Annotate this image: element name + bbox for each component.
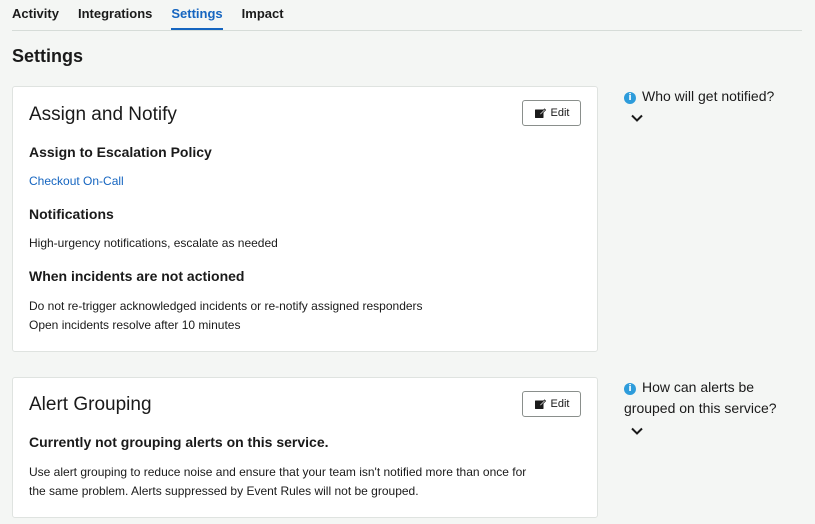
- grouping-description-line-2: the same problem. Alerts suppressed by E…: [29, 484, 419, 498]
- tab-bar: Activity Integrations Settings Impact: [12, 0, 802, 31]
- help-who-notified[interactable]: i Who will get notified?: [624, 86, 804, 107]
- tab-settings[interactable]: Settings: [171, 6, 223, 30]
- tab-activity[interactable]: Activity: [12, 6, 59, 30]
- help-how-grouped-label: How can alerts be grouped on this servic…: [624, 379, 777, 416]
- not-actioned-heading: When incidents are not actioned: [29, 268, 245, 284]
- alert-grouping-edit-button[interactable]: Edit: [522, 391, 581, 417]
- info-icon: i: [624, 92, 636, 104]
- tab-integrations[interactable]: Integrations: [78, 6, 152, 30]
- assign-notify-title: Assign and Notify: [29, 104, 177, 125]
- escalation-policy-heading: Assign to Escalation Policy: [29, 144, 212, 160]
- assign-notify-edit-button[interactable]: Edit: [522, 100, 581, 126]
- escalation-policy-link-row: Checkout On-Call: [29, 172, 124, 191]
- page-title: Settings: [12, 46, 84, 66]
- alert-grouping-title: Alert Grouping: [29, 394, 152, 415]
- escalation-policy-link[interactable]: Checkout On-Call: [29, 174, 124, 188]
- alert-grouping-card: Alert Grouping Edit Currently not groupi…: [12, 377, 598, 518]
- edit-icon: [534, 108, 546, 118]
- edit-label: Edit: [550, 398, 570, 410]
- chevron-down-icon[interactable]: [630, 426, 644, 436]
- help-who-notified-label: Who will get notified?: [642, 88, 775, 104]
- tab-impact[interactable]: Impact: [242, 6, 284, 30]
- grouping-status-heading: Currently not grouping alerts on this se…: [29, 434, 329, 450]
- edit-label: Edit: [550, 107, 570, 119]
- edit-icon: [534, 399, 546, 409]
- notifications-heading: Notifications: [29, 206, 114, 222]
- assign-notify-card: Assign and Notify Edit Assign to Escalat…: [12, 86, 598, 352]
- chevron-down-icon[interactable]: [630, 113, 644, 123]
- help-how-grouped[interactable]: i How can alerts be grouped on this servi…: [624, 377, 799, 419]
- not-actioned-line-2: Open incidents resolve after 10 minutes: [29, 318, 241, 332]
- grouping-description-line-1: Use alert grouping to reduce noise and e…: [29, 465, 527, 479]
- notifications-text: High-urgency notifications, escalate as …: [29, 236, 278, 250]
- info-icon: i: [624, 383, 636, 395]
- not-actioned-line-1: Do not re-trigger acknowledged incidents…: [29, 299, 423, 313]
